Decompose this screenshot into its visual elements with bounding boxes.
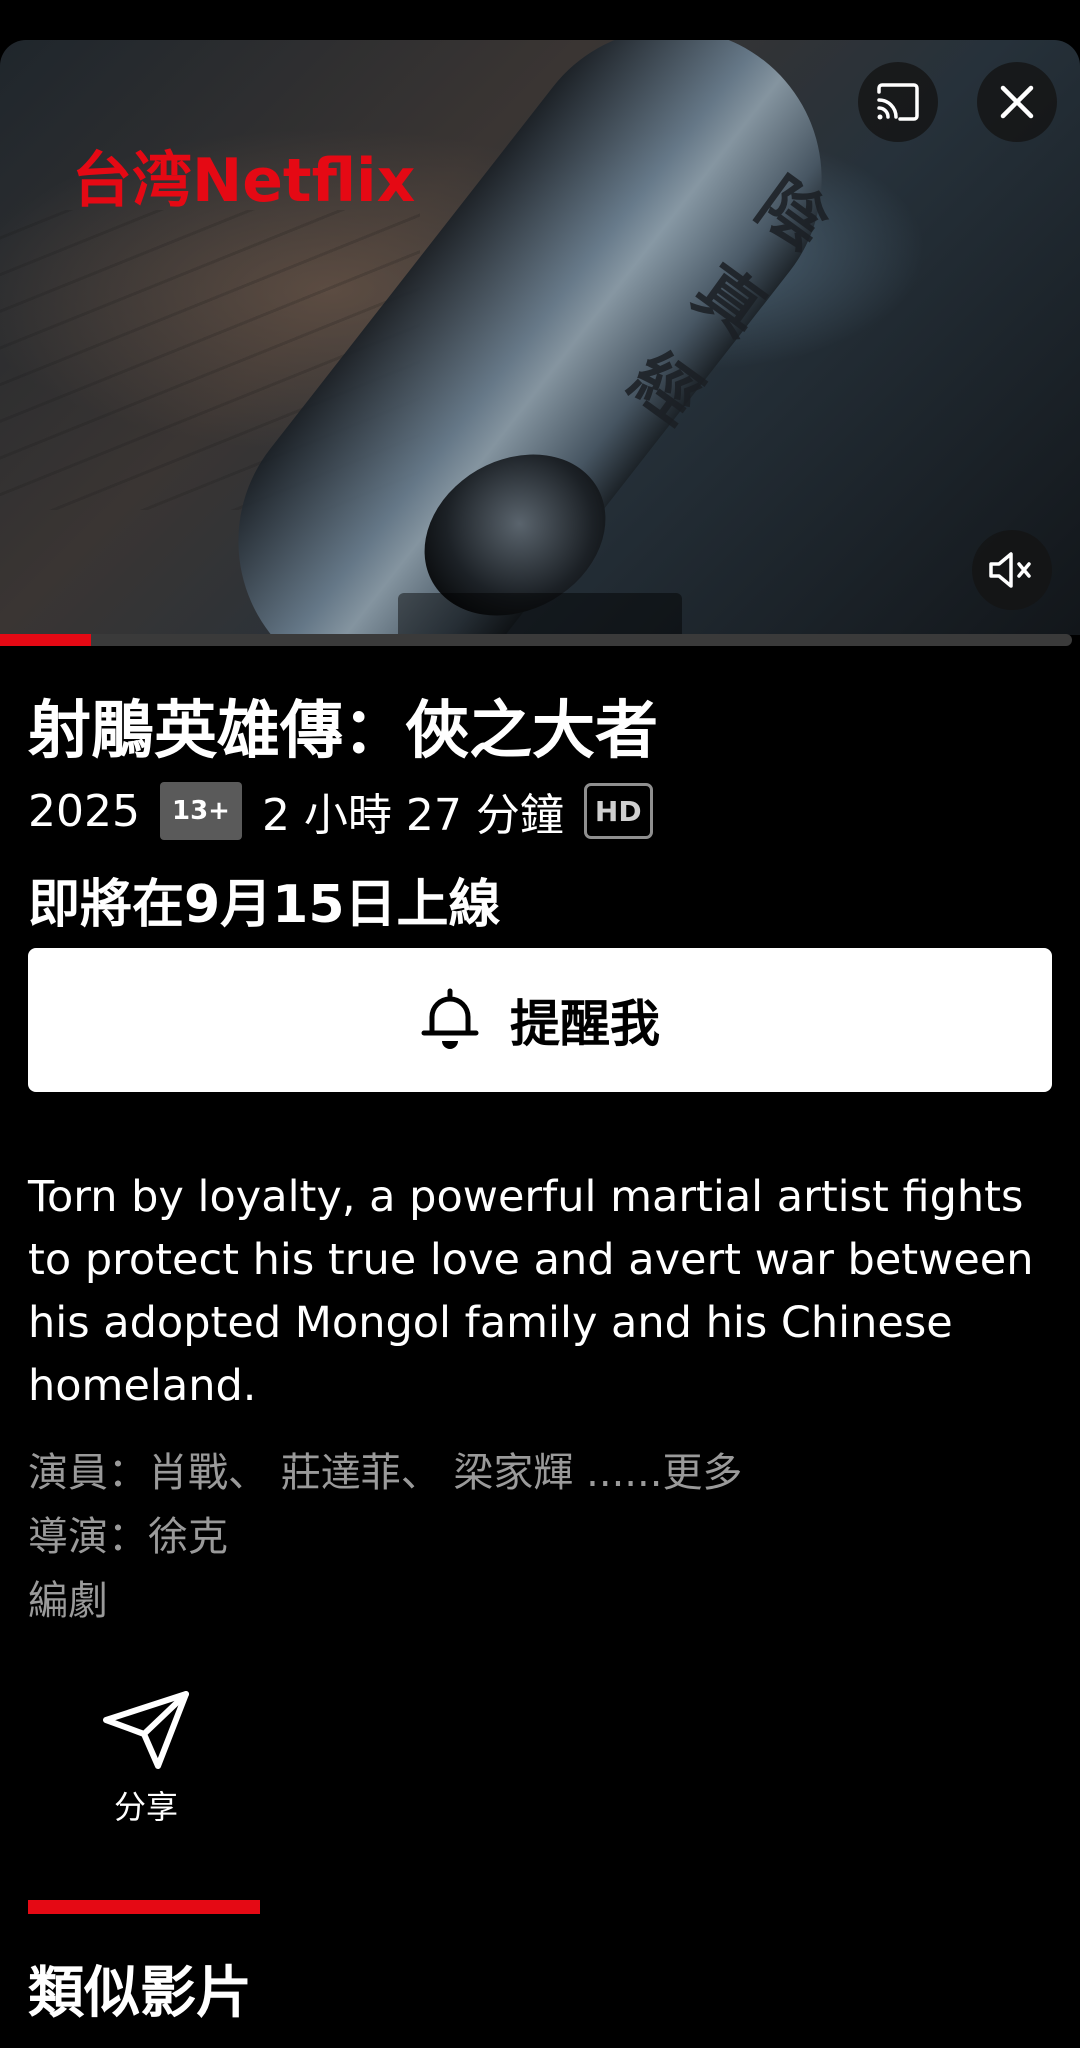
remind-me-button[interactable]: 提醒我: [28, 948, 1052, 1092]
mute-button[interactable]: [972, 530, 1052, 610]
close-icon: [1000, 85, 1034, 119]
video-player[interactable]: 陰 真 經 台湾Netflix: [0, 40, 1080, 635]
scroll-glyph: 真: [679, 249, 780, 352]
send-icon: [103, 1691, 189, 1769]
release-year: 2025: [28, 785, 140, 837]
page-title: 射鵰英雄傳：俠之大者: [28, 694, 658, 767]
scroll-glyph: 陰: [743, 162, 843, 265]
close-button[interactable]: [977, 62, 1057, 142]
maturity-rating-badge: 13+: [159, 782, 242, 840]
cast-credit: 演員：肖戰、 莊達菲、 梁家輝 ......更多: [28, 1440, 742, 1498]
title-meta: 2025 13+ 2 小時 27 分鐘 HD: [28, 780, 653, 842]
writer-credit: 編劇: [28, 1578, 108, 1624]
bell-icon: [421, 988, 479, 1049]
volume-muted-icon: [989, 552, 1031, 588]
remind-me-label: 提醒我: [510, 995, 660, 1053]
synopsis: Torn by loyalty, a powerful martial arti…: [28, 1172, 1034, 1411]
brand-watermark: 台湾Netflix: [72, 146, 416, 216]
release-note: 即將在9月15日上線: [28, 875, 501, 935]
scroll-glyph: 經: [616, 337, 716, 440]
director-credit: 導演：徐克: [28, 1514, 228, 1560]
tab-similar-titles[interactable]: 類似影片: [28, 1948, 252, 2029]
cast-more-link[interactable]: 更多: [662, 1450, 742, 1496]
cast-icon: [877, 83, 919, 121]
cast-list: 演員：肖戰、 莊達菲、 梁家輝 ......: [28, 1450, 663, 1496]
video-progress-fill: [0, 634, 92, 646]
cast-button[interactable]: [858, 62, 938, 142]
duration: 2 小時 27 分鐘: [261, 790, 564, 841]
share-button[interactable]: 分享: [98, 1690, 194, 1828]
quality-badge: HD: [583, 783, 653, 839]
tab-indicator: [28, 1900, 260, 1914]
share-label: 分享: [113, 1788, 178, 1826]
video-progress-bar[interactable]: [0, 634, 1072, 646]
subtitle-overlay: [398, 593, 682, 635]
